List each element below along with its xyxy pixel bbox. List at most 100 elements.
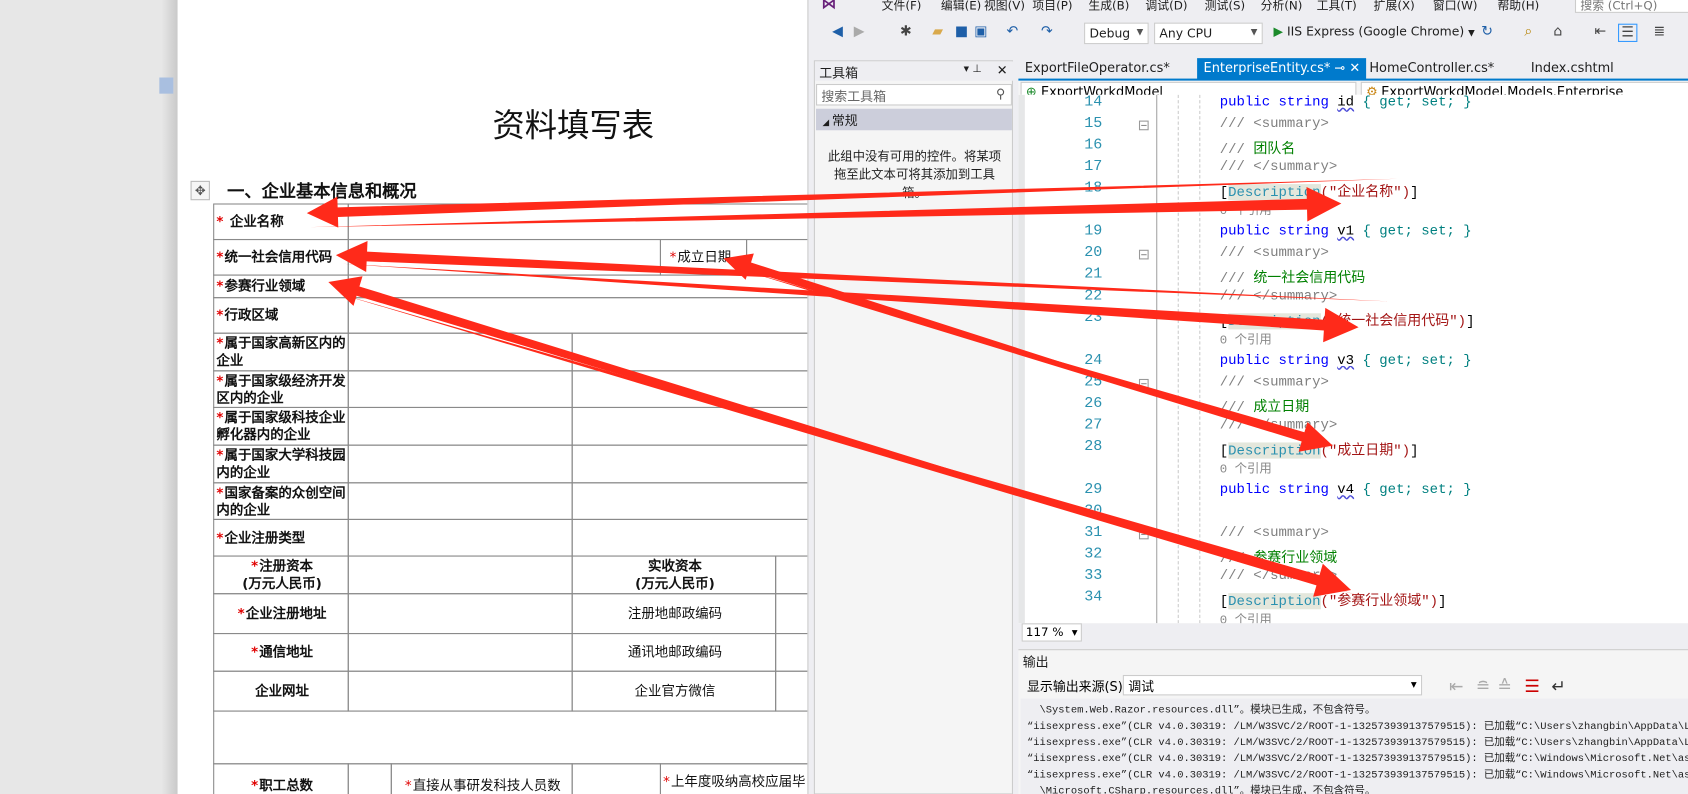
next-message-icon[interactable]: ≙: [1497, 676, 1511, 696]
close-icon[interactable]: ✕: [1349, 60, 1360, 75]
table-move-handle-icon[interactable]: ✥: [190, 180, 210, 201]
zoom-dropdown[interactable]: 117 % ▼: [1021, 623, 1082, 642]
field-input-cell[interactable]: [775, 670, 808, 712]
field-input-cell[interactable]: [347, 297, 808, 334]
field-input-cell[interactable]: [347, 482, 573, 520]
field-input-cell[interactable]: [571, 444, 808, 484]
code-line[interactable]: /// </summary>: [1220, 287, 1338, 303]
code-line[interactable]: /// <summary>: [1220, 374, 1329, 390]
code-line[interactable]: [Description("企业名称")]: [1220, 180, 1419, 201]
field-input-cell[interactable]: [347, 632, 573, 672]
field-input-cell[interactable]: [571, 482, 808, 520]
fold-toggle-icon[interactable]: −: [1138, 378, 1149, 389]
code-line[interactable]: /// <summary>: [1220, 524, 1329, 540]
refresh-icon[interactable]: ↻: [1481, 24, 1493, 40]
browser-link-icon[interactable]: ⌂: [1553, 24, 1562, 40]
field-input-cell[interactable]: [347, 670, 573, 712]
menu-item[interactable]: 项目(P): [1032, 0, 1072, 14]
dropdown-icon[interactable]: ▾ ⊥: [964, 64, 982, 76]
code-editor[interactable]: 14 public string id { get; set; } 15 − /// <…: [1018, 94, 1688, 624]
menu-item[interactable]: 扩展(X): [1374, 0, 1415, 14]
prev-message-icon[interactable]: ≘: [1476, 676, 1490, 696]
toolbox-group-general[interactable]: ◢ 常规: [816, 108, 1012, 131]
forward-icon[interactable]: ▶: [854, 24, 865, 40]
field-input-cell[interactable]: [775, 632, 808, 672]
back-icon[interactable]: ◀: [832, 24, 843, 40]
menu-item[interactable]: 窗口(W): [1433, 0, 1478, 14]
menu-item[interactable]: 文件(F): [882, 0, 922, 14]
fold-toggle-icon[interactable]: −: [1138, 529, 1149, 540]
menu-item[interactable]: 生成(B): [1088, 0, 1129, 14]
field-input-cell[interactable]: [347, 274, 808, 299]
output-text[interactable]: \System.Web.Razor.resources.dll”。模块已生成，不…: [1020, 698, 1688, 794]
save-icon[interactable]: ■: [955, 24, 968, 40]
platform-dropdown[interactable]: Any CPU ▼: [1154, 22, 1263, 45]
save-all-icon[interactable]: ▣: [974, 24, 987, 40]
word-wrap-icon[interactable]: ↵: [1551, 676, 1565, 696]
code-line[interactable]: [Description("参赛行业领域")]: [1220, 589, 1447, 609]
fold-toggle-icon[interactable]: −: [1138, 120, 1149, 131]
field-input-cell[interactable]: [347, 370, 573, 409]
field-input-cell[interactable]: [775, 555, 808, 595]
redo-icon[interactable]: ↷: [1041, 24, 1053, 40]
code-line[interactable]: /// <summary>: [1220, 244, 1329, 260]
indent-icon[interactable]: ≣: [1654, 24, 1666, 40]
tab-homecontrollercs[interactable]: HomeController.cs*: [1363, 58, 1501, 80]
menu-item[interactable]: 测试(S): [1205, 0, 1245, 14]
code-line[interactable]: 0 个引用: [1220, 201, 1272, 219]
field-input-cell[interactable]: [347, 555, 573, 595]
layout-options-icon[interactable]: [159, 77, 174, 94]
field-input-cell[interactable]: [571, 332, 808, 372]
find-message-icon[interactable]: ⇤: [1449, 676, 1463, 696]
toggle-icon[interactable]: ☰: [1618, 23, 1638, 42]
code-line[interactable]: public string v1 { get; set; }: [1220, 223, 1472, 239]
field-input-cell[interactable]: [347, 444, 573, 484]
code-line[interactable]: /// </summary>: [1220, 567, 1338, 583]
quick-search-input[interactable]: 搜索 (Ctrl+Q): [1574, 0, 1688, 13]
field-input-cell[interactable]: [347, 763, 392, 794]
tab-exportfileoperatorcs[interactable]: ExportFileOperator.cs*: [1018, 58, 1176, 80]
code-line[interactable]: [Description("统一社会信用代码")]: [1220, 309, 1474, 330]
code-line[interactable]: /// 参赛行业领域: [1220, 546, 1338, 566]
undo-icon[interactable]: ↶: [1007, 24, 1019, 40]
code-line[interactable]: public string id { get; set; }: [1220, 95, 1472, 110]
code-line[interactable]: public string v4 { get; set; }: [1220, 481, 1472, 497]
field-input-cell[interactable]: [571, 370, 808, 409]
open-icon[interactable]: ▰: [932, 24, 943, 40]
configuration-dropdown[interactable]: Debug ▼: [1084, 22, 1149, 45]
step-icon[interactable]: ⇤: [1594, 24, 1606, 40]
fold-toggle-icon[interactable]: −: [1138, 249, 1149, 260]
menu-item[interactable]: 工具(T): [1317, 0, 1357, 14]
clear-all-icon[interactable]: ☰: [1524, 676, 1539, 696]
menu-item[interactable]: 视图(V): [984, 0, 1025, 14]
menu-item[interactable]: 帮助(H): [1497, 0, 1539, 14]
document-page[interactable]: 资料填写表 ✥ 一、企业基本信息和概况 * 企业名称 *统一社会信用代码 *成立日期 *…: [177, 0, 808, 794]
menu-item[interactable]: 调试(D): [1145, 0, 1187, 14]
field-input-cell[interactable]: [347, 203, 808, 241]
field-input-cell[interactable]: [746, 238, 808, 276]
code-line[interactable]: 0 个引用: [1220, 610, 1272, 624]
pin-icon[interactable]: ⊸: [1330, 60, 1349, 75]
code-line[interactable]: 0 个引用: [1220, 460, 1272, 477]
close-icon[interactable]: ✕: [997, 62, 1008, 77]
code-line[interactable]: 0 个引用: [1220, 330, 1272, 348]
field-input-cell[interactable]: [347, 406, 573, 446]
toolbox-search-input[interactable]: 搜索工具箱 ⚲: [816, 83, 1012, 106]
tab-indexcshtml[interactable]: Index.cshtml: [1524, 58, 1620, 80]
code-line[interactable]: /// 团队名: [1220, 137, 1296, 157]
field-input-cell[interactable]: [571, 763, 661, 794]
run-button[interactable]: ▶ IIS Express (Google Chrome) ▼: [1274, 24, 1475, 39]
code-line[interactable]: /// </summary>: [1220, 417, 1338, 433]
field-input-cell[interactable]: [775, 593, 808, 635]
field-input-cell[interactable]: [347, 593, 573, 635]
field-input-cell[interactable]: [347, 332, 573, 372]
code-line[interactable]: [Description("成立日期")]: [1220, 438, 1419, 459]
field-input-cell[interactable]: [347, 238, 661, 276]
output-source-dropdown[interactable]: 调试 ▼: [1122, 674, 1423, 696]
find-icon[interactable]: ⌕: [1524, 24, 1532, 40]
field-input-cell[interactable]: [347, 518, 573, 557]
menu-item[interactable]: 分析(N): [1261, 0, 1303, 14]
code-line[interactable]: public string v3 { get; set; }: [1220, 352, 1472, 368]
code-line[interactable]: /// <summary>: [1220, 115, 1329, 131]
field-input-cell[interactable]: [571, 518, 808, 557]
